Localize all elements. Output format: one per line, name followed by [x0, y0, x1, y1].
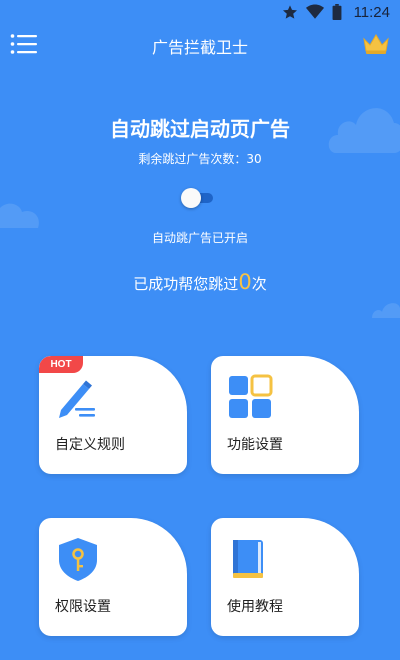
settings-label: 功能设置	[227, 437, 283, 453]
success-count: 0	[238, 270, 252, 294]
custom-rules-label: 自定义规则	[55, 437, 125, 453]
permissions-label: 权限设置	[55, 599, 111, 615]
cloud-left-decoration	[0, 203, 39, 228]
star-icon	[282, 5, 297, 19]
remaining-count-text: 剩余跳过广告次数：30	[138, 152, 262, 166]
tutorial-card[interactable]: 使用教程	[211, 518, 359, 636]
headline: 自动跳过启动页广告	[110, 117, 290, 141]
battery-icon	[332, 4, 342, 20]
toggle-knob	[181, 188, 201, 208]
wifi-icon	[305, 4, 324, 19]
hot-badge: HOT	[39, 356, 83, 373]
permissions-card[interactable]: 权限设置	[39, 518, 187, 636]
app-title: 广告拦截卫士	[151, 38, 248, 57]
settings-card[interactable]: 功能设置	[211, 356, 359, 474]
shield-key-icon	[59, 538, 97, 581]
book-icon	[233, 540, 263, 578]
vip-crown-button[interactable]	[362, 30, 390, 56]
custom-rules-card[interactable]: HOT 自定义规则	[39, 356, 187, 474]
grid-apps-icon	[229, 374, 273, 418]
status-bar: 11:24	[0, 0, 400, 24]
toggle-status-label: 自动跳广告已开启	[151, 231, 248, 245]
skip-success-text: 已成功帮您跳过0次	[0, 270, 400, 294]
success-suffix: 次	[251, 275, 267, 293]
success-prefix: 已成功帮您跳过	[133, 275, 239, 293]
status-time: 11:24	[353, 3, 390, 21]
crown-icon	[363, 34, 389, 54]
cloud-small-right-decoration	[372, 303, 400, 318]
app-bar: 广告拦截卫士	[0, 24, 400, 64]
auto-skip-toggle[interactable]	[181, 188, 215, 208]
pencil-lines-icon	[59, 380, 95, 418]
tutorial-label: 使用教程	[227, 599, 283, 615]
